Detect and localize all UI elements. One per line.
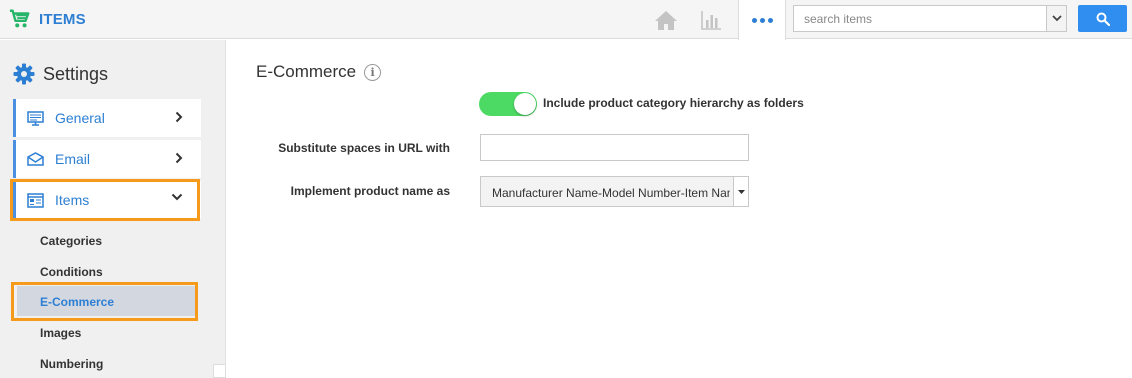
sidebar-heading-label: Settings [43, 63, 109, 84]
reports-button[interactable] [698, 0, 724, 39]
chevron-right-icon [175, 111, 183, 123]
sidebar-heading: Settings [13, 63, 108, 85]
search-box [793, 5, 1073, 33]
page-title: E-Commerce i [256, 62, 382, 82]
sidebar-subitem-categories[interactable]: Categories [40, 234, 102, 248]
search-button[interactable] [1078, 5, 1127, 32]
shopping-cart-icon [9, 9, 30, 28]
more-options-button[interactable] [738, 0, 786, 40]
app-title: ITEMS [39, 10, 86, 28]
info-icon[interactable]: i [364, 63, 382, 81]
product-name-format-select[interactable]: Manufacturer Name-Model Number-Item Name [480, 176, 749, 207]
chevron-right-icon [175, 152, 183, 164]
sidebar-scrollbar[interactable] [213, 364, 226, 378]
gear-icon [13, 63, 35, 85]
more-dots-icon [751, 17, 757, 23]
search-dropdown-button[interactable] [1046, 5, 1067, 32]
search-icon [1096, 12, 1110, 26]
product-name-format-label: Implement product name as [290, 184, 450, 198]
sidebar-subitem-numbering[interactable]: Numbering [40, 357, 103, 371]
app-brand[interactable]: ITEMS [9, 7, 86, 31]
sidebar-item-label: Email [55, 151, 91, 167]
home-icon [655, 10, 677, 30]
home-button[interactable] [652, 0, 680, 39]
chevron-down-icon [1051, 15, 1062, 22]
e-commerce-highlight-frame [11, 282, 198, 321]
bar-chart-icon [701, 10, 721, 30]
settings-sidebar: Settings General Email Items Categories … [0, 40, 226, 378]
envelope-icon [27, 151, 45, 167]
monitor-icon [27, 110, 45, 126]
category-hierarchy-toggle[interactable] [479, 92, 537, 116]
items-highlight-frame [10, 179, 200, 221]
search-input[interactable] [793, 5, 1047, 32]
toggle-knob [514, 93, 536, 115]
url-spaces-label: Substitute spaces in URL with [278, 141, 450, 155]
category-hierarchy-toggle-label: Include product category hierarchy as fo… [543, 96, 804, 110]
product-name-format-value: Manufacturer Name-Model Number-Item Name [492, 186, 730, 200]
url-spaces-input[interactable] [480, 134, 749, 161]
sidebar-item-label: General [55, 110, 105, 126]
sidebar-item-email[interactable]: Email [13, 140, 201, 178]
select-arrow-icon [733, 177, 748, 206]
sidebar-item-general[interactable]: General [13, 99, 201, 137]
more-dots-icon [759, 17, 765, 23]
sidebar-subitem-images[interactable]: Images [40, 326, 81, 340]
more-dots-icon [767, 17, 773, 23]
sidebar-subitem-conditions[interactable]: Conditions [40, 265, 103, 279]
top-bar: ITEMS [0, 0, 1132, 40]
page-title-text: E-Commerce [256, 62, 357, 81]
